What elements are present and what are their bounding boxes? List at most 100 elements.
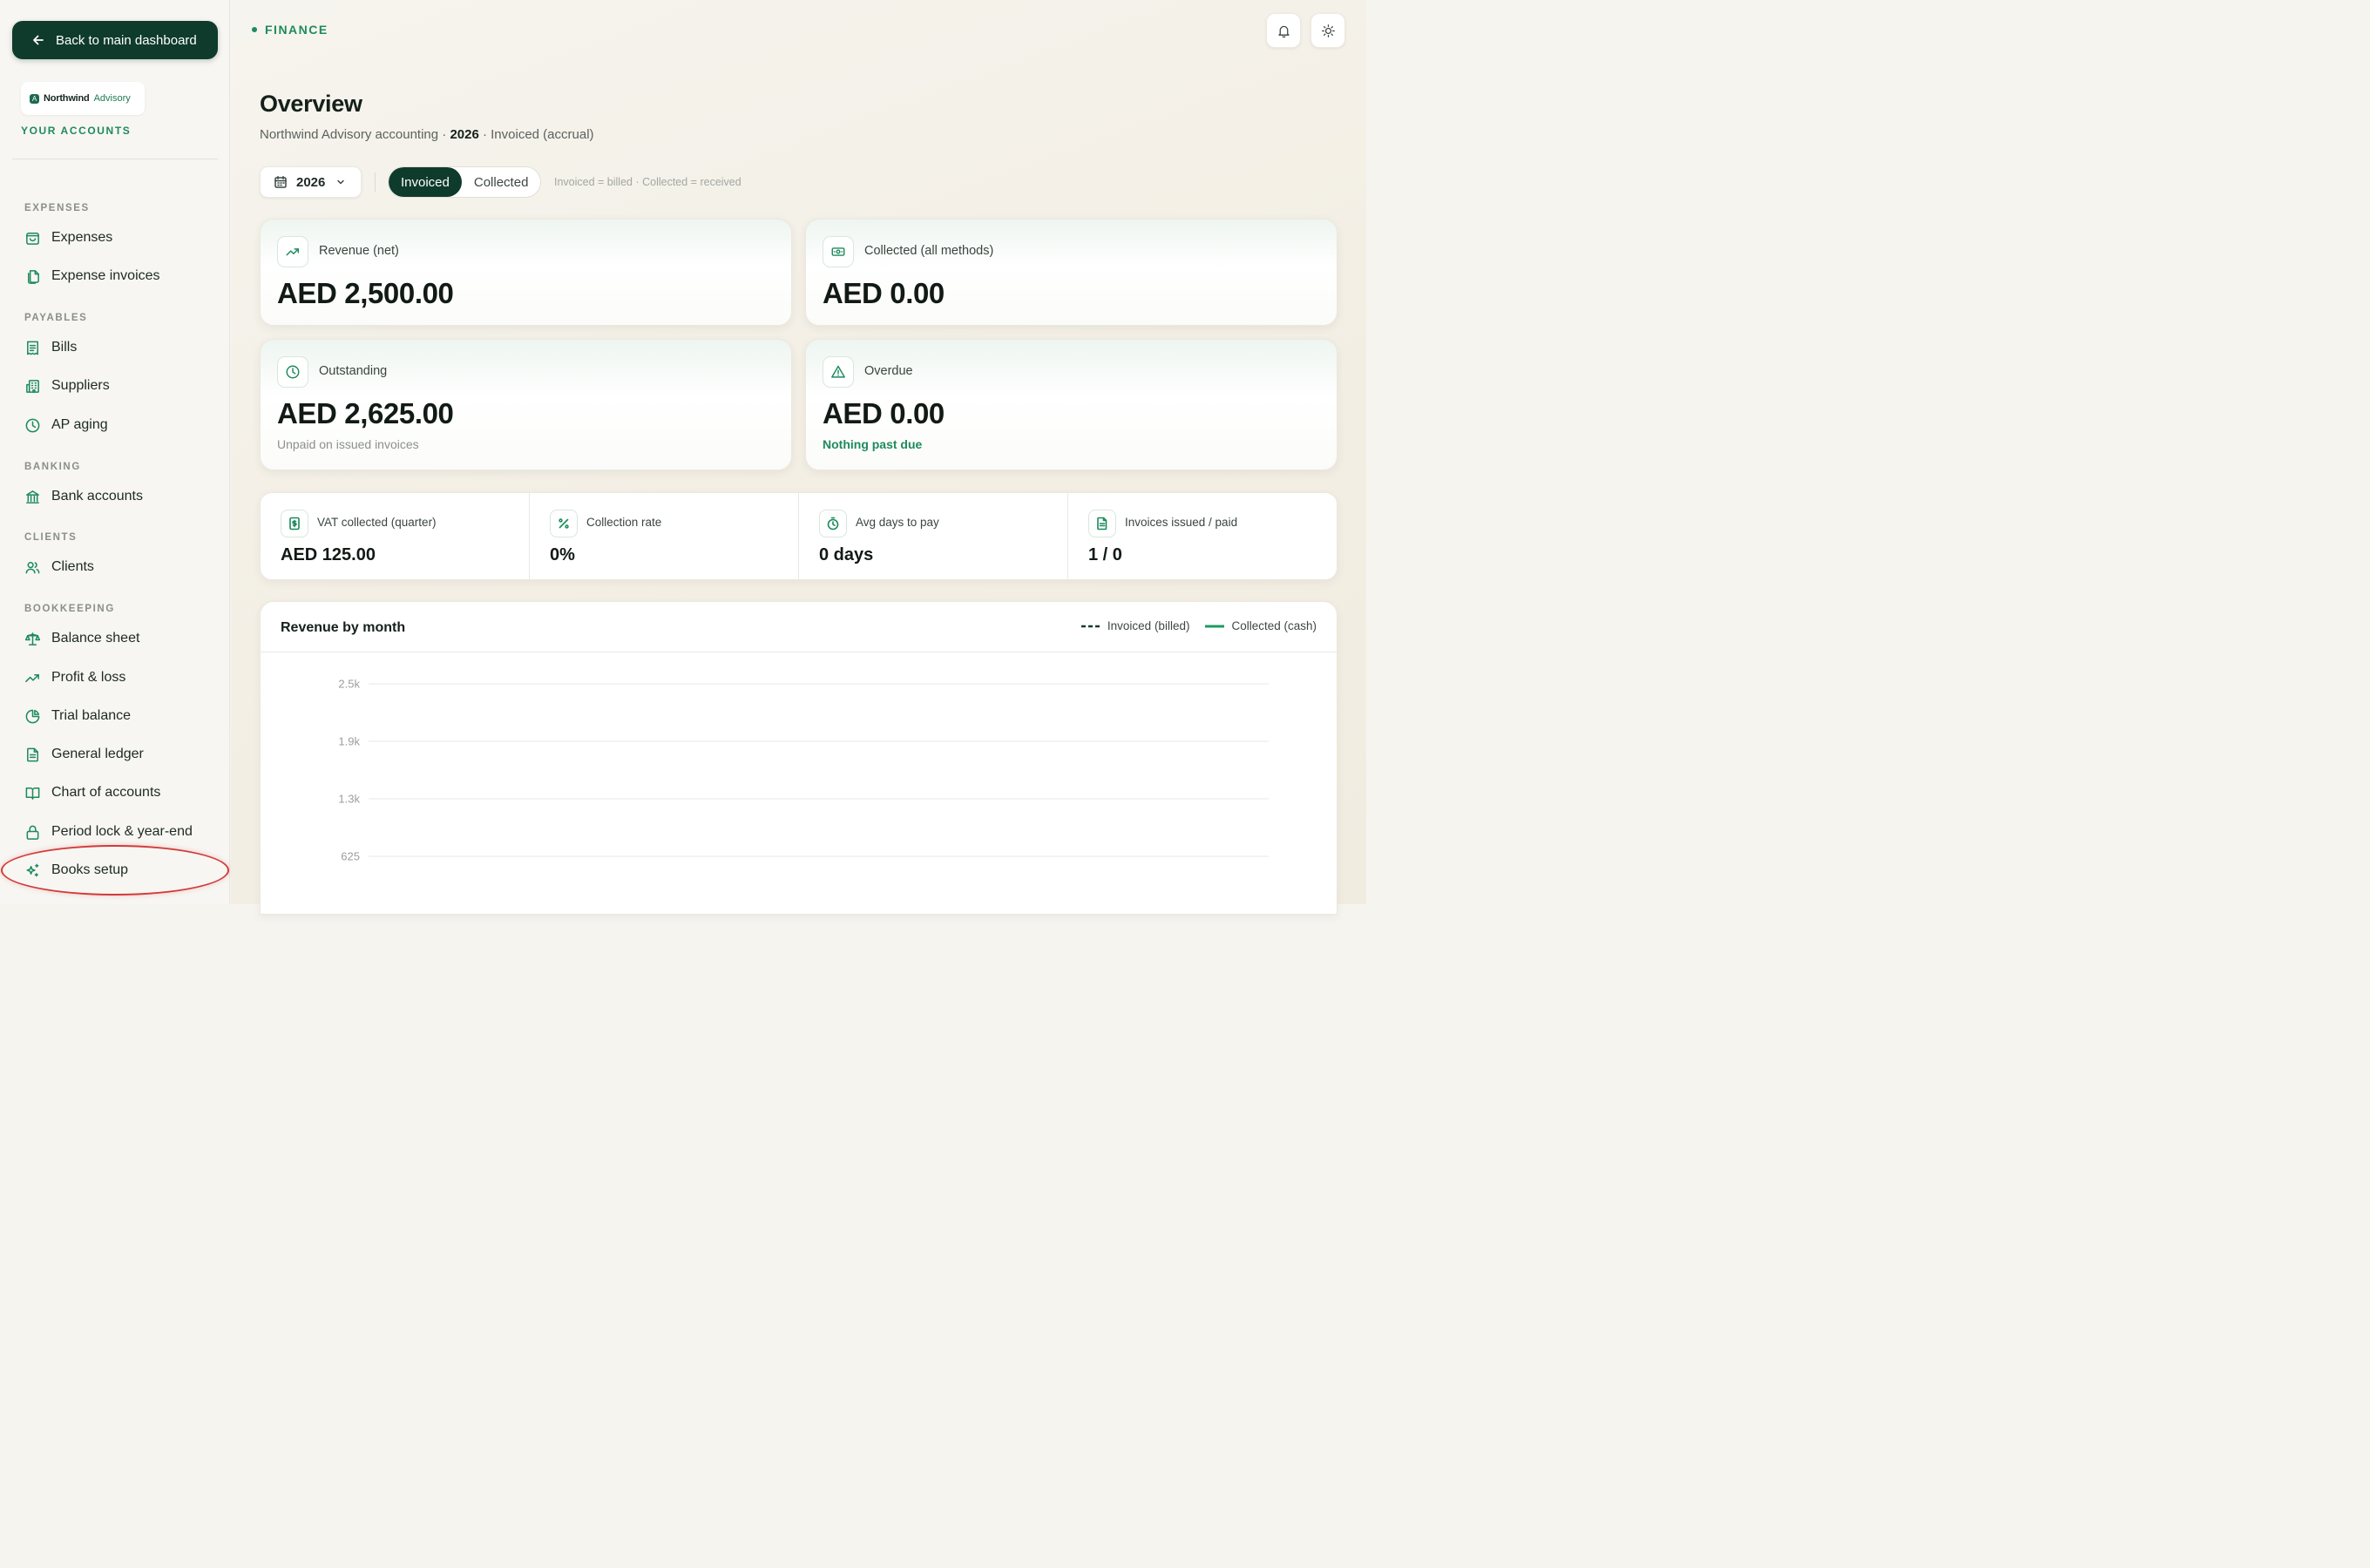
breadcrumb-dot — [252, 27, 257, 32]
sidebar-item-ap-aging[interactable]: AP aging — [24, 414, 108, 436]
page-title: Overview — [260, 91, 362, 117]
year-selector[interactable]: 2026 — [260, 166, 362, 198]
wallet-icon — [26, 232, 39, 245]
kpi-card-outstanding: Outstanding AED 2,625.00 Unpaid on issue… — [260, 339, 792, 470]
kpi-label: Revenue (net) — [319, 244, 399, 258]
sidebar-item-trial-balance[interactable]: Trial balance — [24, 705, 131, 727]
stat-value: AED 125.00 — [281, 545, 376, 564]
kpi-card-collected: Collected (all methods) AED 0.00 — [805, 219, 1337, 326]
legend-label: Invoiced (billed) — [1107, 619, 1190, 632]
sidebar-item-clients[interactable]: Clients — [24, 556, 94, 578]
org-logo: A — [30, 93, 39, 104]
stat-value: 0% — [550, 545, 575, 564]
kpi-icon — [823, 356, 854, 388]
sidebar-item-balance-sheet[interactable]: Balance sheet — [24, 627, 139, 650]
section-label-expenses: EXPENSES — [24, 203, 90, 213]
your-accounts-link[interactable]: YOUR ACCOUNTS — [21, 125, 131, 137]
sidebar-item-period-lock[interactable]: Period lock & year-end — [24, 821, 193, 843]
subtitle-suffix: · Invoiced (accrual) — [478, 127, 594, 142]
stat-value: 0 days — [819, 545, 874, 564]
clock-icon — [25, 418, 40, 432]
receipt-icon — [27, 341, 38, 355]
toggle-invoiced[interactable]: Invoiced — [389, 167, 462, 197]
page-subtitle: Northwind Advisory accounting · 2026 · I… — [260, 127, 594, 142]
sidebar-item-general-ledger[interactable]: General ledger — [24, 743, 144, 766]
trend-up-icon — [286, 248, 300, 256]
chart-y-tick-label: 1.3k — [338, 793, 360, 806]
chevron-down-icon — [337, 179, 345, 185]
kpi-icon — [277, 236, 308, 267]
calendar-icon — [274, 176, 287, 188]
arrow-left-icon — [33, 35, 44, 45]
chart-legend: Invoiced (billed) Collected (cash) — [1080, 619, 1317, 632]
stat-collection-rate: Collection rate 0% — [530, 493, 799, 579]
kpi-value: AED 2,625.00 — [277, 397, 454, 429]
stat-avg-days-to-pay: Avg days to pay 0 days — [799, 493, 1068, 579]
breadcrumb: FINANCE — [252, 23, 328, 37]
kpi-label: Collected (all methods) — [864, 244, 994, 258]
stats-strip: VAT collected (quarter) AED 125.00 Colle… — [260, 492, 1337, 580]
sidebar-item-label: Expenses — [51, 230, 113, 245]
invoice-icon — [1097, 517, 1107, 531]
doc-lines-icon — [27, 747, 38, 761]
legend-solid-swatch — [1205, 625, 1225, 627]
lock-icon — [26, 825, 39, 840]
section-label-banking: BANKING — [24, 462, 81, 472]
organization-switcher[interactable]: A Northwind Advisory — [21, 82, 145, 115]
sidebar-item-label: AP aging — [51, 417, 108, 432]
kpi-value: AED 0.00 — [823, 277, 945, 309]
toolbar-separator — [375, 172, 376, 192]
org-name: Northwind — [44, 93, 90, 104]
stat-label: Invoices issued / paid — [1125, 516, 1238, 529]
sidebar-item-label: Profit & loss — [51, 670, 126, 685]
subtitle-prefix: Northwind Advisory accounting · — [260, 127, 450, 142]
legend-item-collected[interactable]: Collected (cash) — [1205, 619, 1317, 632]
warning-triangle-icon — [831, 365, 845, 378]
theme-toggle-button[interactable] — [1310, 13, 1345, 48]
stat-value: 1 / 0 — [1088, 545, 1122, 564]
sidebar-item-label: Period lock & year-end — [51, 824, 193, 839]
basis-toggle: Invoiced Collected — [388, 166, 542, 198]
org-suffix: Advisory — [93, 93, 131, 104]
highlight-annotation-ring — [1, 845, 229, 896]
kpi-value: AED 2,500.00 — [277, 277, 454, 309]
basis-hint: Invoiced = billed · Collected = received — [554, 176, 741, 188]
back-button-label: Back to main dashboard — [56, 32, 197, 48]
kpi-card-overdue: Overdue AED 0.00 Nothing past due — [805, 339, 1337, 470]
kpi-value: AED 0.00 — [823, 397, 945, 429]
notifications-button[interactable] — [1266, 13, 1301, 48]
banknote-icon — [831, 247, 845, 256]
stopwatch-icon — [827, 517, 839, 531]
subtitle-year: 2026 — [450, 127, 479, 142]
sidebar-item-bank-accounts[interactable]: Bank accounts — [24, 485, 143, 508]
percent-icon — [559, 518, 569, 529]
sidebar: Back to main dashboard A Northwind Advis… — [0, 0, 230, 904]
kpi-icon — [823, 236, 854, 267]
sidebar-item-chart-of-accounts[interactable]: Chart of accounts — [24, 781, 160, 804]
legend-item-invoiced[interactable]: Invoiced (billed) — [1080, 619, 1190, 632]
sidebar-item-suppliers[interactable]: Suppliers — [24, 375, 110, 397]
sidebar-item-expense-invoices[interactable]: Expense invoices — [24, 265, 160, 287]
kpi-card-revenue: Revenue (net) AED 2,500.00 — [260, 219, 792, 326]
sun-icon — [1321, 24, 1335, 37]
back-to-dashboard-button[interactable]: Back to main dashboard — [12, 21, 218, 59]
sidebar-item-label: Clients — [51, 559, 94, 574]
stat-label: Avg days to pay — [856, 516, 939, 529]
kpi-note: Unpaid on issued invoices — [277, 437, 419, 451]
sidebar-item-expenses[interactable]: Expenses — [24, 226, 112, 249]
sidebar-item-label: Suppliers — [51, 378, 110, 393]
stat-icon — [819, 510, 847, 537]
revenue-chart-plot: 2.5k 1.9k 1.3k 625 — [338, 678, 1269, 863]
sidebar-item-label: Trial balance — [51, 708, 132, 723]
copy-doc-icon — [27, 269, 39, 284]
pie-icon — [25, 709, 40, 723]
main-content: FINANCE Overview Northwind Advisory acco… — [231, 0, 1366, 915]
toggle-collected[interactable]: Collected — [462, 167, 541, 197]
stat-label: Collection rate — [586, 516, 662, 529]
dollar-doc-icon — [289, 517, 300, 531]
sidebar-item-bills[interactable]: Bills — [24, 336, 77, 359]
sidebar-item-label: General ledger — [51, 747, 144, 761]
trend-up-icon — [25, 673, 39, 682]
sidebar-item-profit-loss[interactable]: Profit & loss — [24, 666, 125, 689]
section-label-payables: PAYABLES — [24, 313, 88, 323]
